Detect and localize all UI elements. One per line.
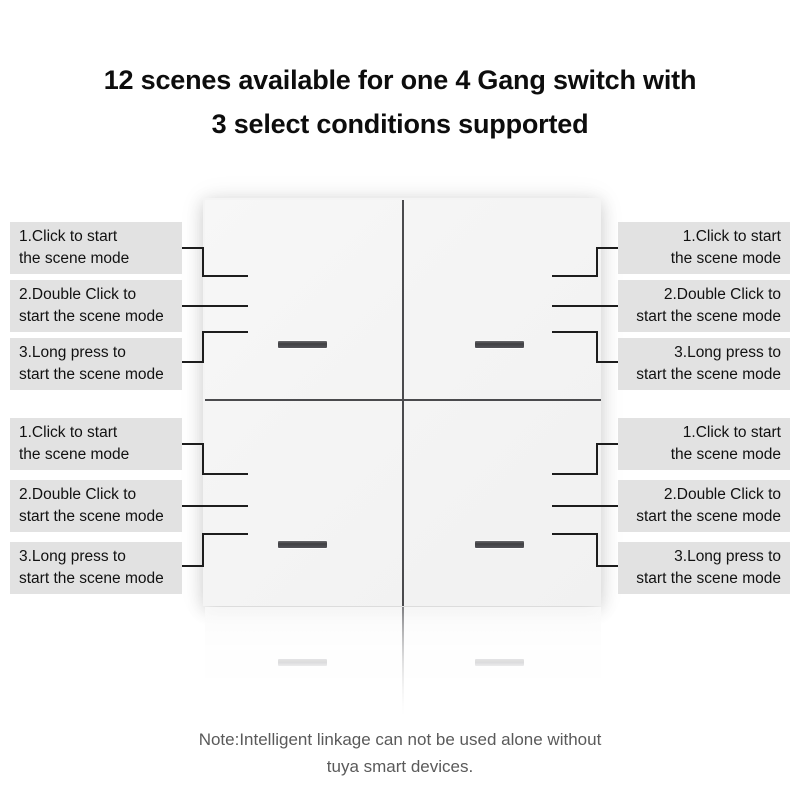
callout-bottom-left-1-line-1: 1.Click to start <box>19 424 118 441</box>
callout-top-right-1-line-1: 1.Click to start <box>682 228 781 245</box>
callout-bottom-right-2-line-2: start the scene mode <box>636 508 781 525</box>
switch-panel <box>205 200 601 606</box>
reflection-indicator-right <box>475 659 524 666</box>
footer-note-line-2: tuya smart devices. <box>326 757 474 776</box>
callout-top-left-3-line-2: start the scene mode <box>19 366 164 383</box>
connector-top-left-3 <box>182 331 248 365</box>
callout-top-right-2-line-2: start the scene mode <box>636 308 781 325</box>
indicator-bar-bottom-right[interactable] <box>475 541 524 548</box>
callout-top-left-1-line-2: the scene mode <box>19 250 130 267</box>
callout-bottom-right-3[interactable]: 3.Long press to start the scene mode <box>618 542 790 594</box>
panel-vertical-divider <box>402 200 404 606</box>
callout-bottom-left-2-line-1: 2.Double Click to <box>19 486 137 503</box>
callout-top-right-1[interactable]: 1.Click to start the scene mode <box>618 222 790 274</box>
indicator-bar-top-left[interactable] <box>278 341 327 348</box>
page-title: 12 scenes available for one 4 Gang switc… <box>0 58 800 146</box>
callout-top-left-3[interactable]: 3.Long press to start the scene mode <box>10 338 182 390</box>
connector-top-left-1 <box>182 247 248 279</box>
callout-top-right-2[interactable]: 2.Double Click to start the scene mode <box>618 280 790 332</box>
callout-bottom-right-3-line-2: start the scene mode <box>636 570 781 587</box>
callout-bottom-left-3[interactable]: 3.Long press to start the scene mode <box>10 542 182 594</box>
connector-bottom-right-2 <box>552 505 618 507</box>
footer-note-line-1: Note:Intelligent linkage can not be used… <box>198 730 602 749</box>
connector-bottom-right-1 <box>552 443 618 477</box>
indicator-bar-bottom-left[interactable] <box>278 541 327 548</box>
callout-top-left-1[interactable]: 1.Click to start the scene mode <box>10 222 182 274</box>
reflection-vertical-divider <box>402 607 404 717</box>
connector-bottom-left-2 <box>182 505 248 507</box>
callout-top-right-1-line-2: the scene mode <box>670 250 781 267</box>
callout-bottom-left-2-line-2: start the scene mode <box>19 508 164 525</box>
callout-bottom-left-2[interactable]: 2.Double Click to start the scene mode <box>10 480 182 532</box>
connector-bottom-left-1 <box>182 443 248 477</box>
callout-bottom-right-1-line-2: the scene mode <box>670 446 781 463</box>
callout-bottom-left-1-line-2: the scene mode <box>19 446 130 463</box>
callout-bottom-left-3-line-2: start the scene mode <box>19 570 164 587</box>
callout-bottom-right-2[interactable]: 2.Double Click to start the scene mode <box>618 480 790 532</box>
callout-bottom-left-1[interactable]: 1.Click to start the scene mode <box>10 418 182 470</box>
callout-bottom-left-3-line-1: 3.Long press to <box>19 548 126 565</box>
illustration-stage: 12 scenes available for one 4 Gang switc… <box>0 0 800 800</box>
callout-bottom-right-2-line-1: 2.Double Click to <box>663 486 781 503</box>
connector-bottom-left-3 <box>182 533 248 569</box>
switch-panel-reflection <box>205 607 601 717</box>
page-title-line-2: 3 select conditions supported <box>211 109 589 139</box>
connector-top-left-2 <box>182 305 248 307</box>
callout-top-left-2-line-2: start the scene mode <box>19 308 164 325</box>
callout-top-right-3-line-1: 3.Long press to <box>674 344 781 361</box>
callout-bottom-right-1-line-1: 1.Click to start <box>682 424 781 441</box>
panel-horizontal-divider <box>205 399 601 401</box>
callout-top-left-1-line-1: 1.Click to start <box>19 228 118 245</box>
reflection-indicator-left <box>278 659 327 666</box>
connector-bottom-right-3 <box>552 533 618 569</box>
callout-bottom-right-1[interactable]: 1.Click to start the scene mode <box>618 418 790 470</box>
callout-bottom-right-3-line-1: 3.Long press to <box>674 548 781 565</box>
connector-top-right-3 <box>552 331 618 365</box>
callout-top-left-2[interactable]: 2.Double Click to start the scene mode <box>10 280 182 332</box>
connector-top-right-2 <box>552 305 618 307</box>
callout-top-right-2-line-1: 2.Double Click to <box>663 286 781 303</box>
footer-note: Note:Intelligent linkage can not be used… <box>0 726 800 780</box>
callout-top-left-2-line-1: 2.Double Click to <box>19 286 137 303</box>
callout-top-right-3-line-2: start the scene mode <box>636 366 781 383</box>
callout-top-right-3[interactable]: 3.Long press to start the scene mode <box>618 338 790 390</box>
callout-top-left-3-line-1: 3.Long press to <box>19 344 126 361</box>
indicator-bar-top-right[interactable] <box>475 341 524 348</box>
connector-top-right-1 <box>552 247 618 279</box>
page-title-line-1: 12 scenes available for one 4 Gang switc… <box>103 65 697 95</box>
